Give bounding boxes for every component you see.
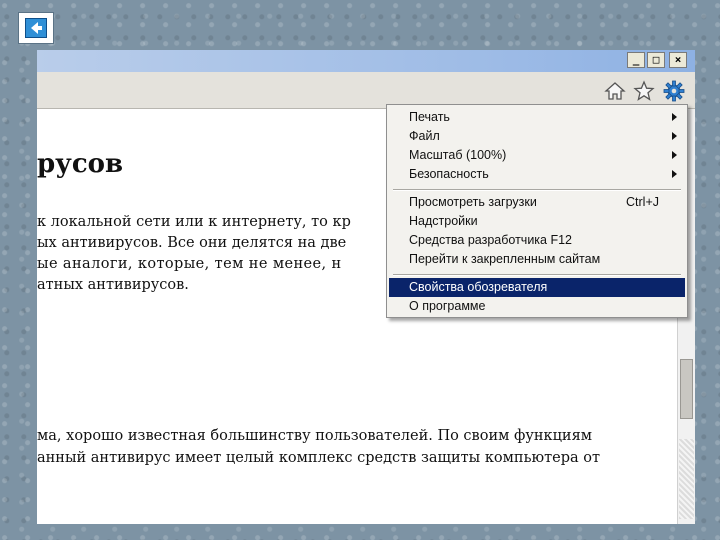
back-arrow-icon: [25, 18, 47, 38]
menu-item-internet-options[interactable]: Свойства обозревателя: [389, 278, 685, 297]
menu-item-developer-tools[interactable]: Средства разработчика F12: [389, 231, 685, 250]
scrollbar-track[interactable]: [679, 439, 694, 519]
tools-menu: Печать Файл Масштаб (100%) Безопасность …: [386, 104, 688, 318]
close-button[interactable]: ×: [669, 52, 687, 68]
menu-item-print[interactable]: Печать: [389, 108, 685, 127]
menu-item-file[interactable]: Файл: [389, 127, 685, 146]
menu-separator: [393, 274, 681, 276]
home-icon[interactable]: [604, 80, 626, 102]
submenu-arrow-icon: [672, 113, 677, 121]
paragraph-line: атных антивирусов.: [37, 277, 189, 293]
star-icon[interactable]: [633, 80, 655, 102]
paragraph-line: ых антивирусов. Все они делятся на две: [37, 235, 347, 251]
submenu-arrow-icon: [672, 132, 677, 140]
paragraph-line: ма, хорошо известная большинству пользов…: [37, 428, 593, 444]
paragraph-line: анный антивирус имеет целый комплекс сре…: [37, 450, 600, 466]
back-button[interactable]: [18, 12, 54, 44]
page-heading: русов: [37, 149, 124, 179]
scrollbar-thumb[interactable]: [680, 359, 693, 419]
paragraph-line: ые аналоги, которые, тем не менее, н: [37, 256, 342, 272]
gear-icon[interactable]: [663, 80, 685, 102]
menu-item-addons[interactable]: Надстройки: [389, 212, 685, 231]
submenu-arrow-icon: [672, 151, 677, 159]
title-bar: _ □ ×: [37, 50, 695, 72]
maximize-button[interactable]: □: [647, 52, 665, 68]
menu-item-zoom[interactable]: Масштаб (100%): [389, 146, 685, 165]
menu-item-about[interactable]: О программе: [389, 297, 685, 316]
menu-separator: [393, 189, 681, 191]
menu-item-view-downloads[interactable]: Просмотреть загрузки Ctrl+J: [389, 193, 685, 212]
minimize-button[interactable]: _: [627, 52, 645, 68]
paragraph-line: к локальной сети или к интернету, то кр: [37, 214, 351, 230]
shortcut-label: Ctrl+J: [626, 195, 659, 209]
menu-item-pinned-sites[interactable]: Перейти к закрепленным сайтам: [389, 250, 685, 269]
menu-item-safety[interactable]: Безопасность: [389, 165, 685, 184]
submenu-arrow-icon: [672, 170, 677, 178]
